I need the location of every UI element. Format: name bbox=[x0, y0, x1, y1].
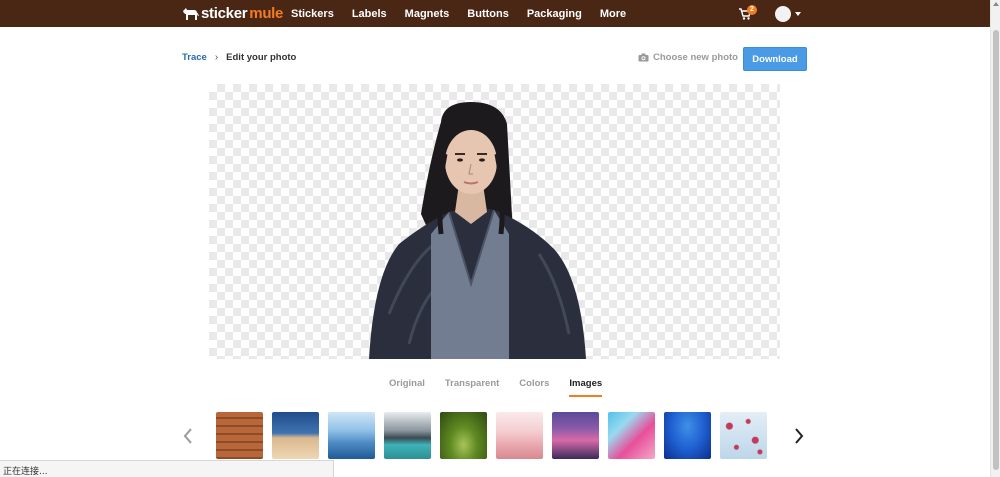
thumbnail-pink-hills[interactable] bbox=[496, 412, 543, 459]
tab-transparent[interactable]: Transparent bbox=[445, 378, 499, 397]
thumbnail-blue-mountains[interactable] bbox=[328, 412, 375, 459]
nav-magnets[interactable]: Magnets bbox=[405, 8, 450, 20]
choose-new-photo-label: Choose new photo bbox=[653, 52, 738, 63]
stickermule-logo[interactable]: sticker mule bbox=[182, 4, 283, 23]
page-scrollbar[interactable] bbox=[990, 0, 1000, 477]
page-title: Edit your photo bbox=[226, 52, 297, 63]
thumbnail-desert-sky[interactable] bbox=[272, 412, 319, 459]
nav-more[interactable]: More bbox=[600, 8, 626, 20]
cart-count-badge: 2 bbox=[747, 5, 757, 15]
breadcrumb: Trace › Edit your photo bbox=[182, 52, 296, 63]
main-nav: Stickers Labels Magnets Buttons Packagin… bbox=[291, 0, 644, 27]
thumbnail-underwater[interactable] bbox=[664, 412, 711, 459]
top-nav-bar: sticker mule Stickers Labels Magnets Butt… bbox=[0, 0, 990, 27]
thumbnail-petals[interactable] bbox=[720, 412, 767, 459]
chevron-right-icon: › bbox=[214, 52, 219, 63]
download-button[interactable]: Download bbox=[743, 47, 807, 71]
breadcrumb-trace-link[interactable]: Trace bbox=[182, 52, 207, 63]
nav-labels[interactable]: Labels bbox=[352, 8, 387, 20]
mule-logo-icon bbox=[183, 8, 199, 20]
carousel-prev-button[interactable] bbox=[181, 424, 195, 448]
choose-new-photo-button[interactable]: Choose new photo bbox=[638, 52, 738, 63]
thumbnail-brick-wall[interactable] bbox=[216, 412, 263, 459]
tab-colors[interactable]: Colors bbox=[519, 378, 549, 397]
cart-button[interactable]: 2 bbox=[738, 5, 760, 22]
avatar[interactable] bbox=[775, 6, 791, 22]
tab-images[interactable]: Images bbox=[569, 378, 603, 397]
logo-text-mule: mule bbox=[249, 5, 284, 22]
photo-preview-canvas[interactable] bbox=[209, 84, 780, 359]
chevron-right-icon bbox=[795, 428, 804, 444]
thumbnail-paint-swirl[interactable] bbox=[608, 412, 655, 459]
portrait-photo bbox=[369, 102, 586, 359]
camera-icon bbox=[638, 53, 649, 62]
scrollbar-thumb[interactable] bbox=[993, 30, 999, 470]
browser-status-bar: 正在连接... bbox=[0, 460, 334, 477]
logo-text-sticker: sticker bbox=[201, 5, 248, 22]
nav-stickers[interactable]: Stickers bbox=[291, 8, 334, 20]
scroll-up-arrow-icon[interactable] bbox=[993, 2, 999, 6]
tab-original[interactable]: Original bbox=[389, 378, 425, 397]
nav-buttons[interactable]: Buttons bbox=[467, 8, 509, 20]
chevron-left-icon bbox=[183, 428, 192, 444]
background-image-carousel bbox=[216, 412, 767, 459]
thumbnail-mountain-lake[interactable] bbox=[384, 412, 431, 459]
thumbnail-forest-path[interactable] bbox=[440, 412, 487, 459]
carousel-next-button[interactable] bbox=[792, 424, 806, 448]
nav-packaging[interactable]: Packaging bbox=[527, 8, 582, 20]
chevron-down-icon[interactable] bbox=[795, 12, 801, 16]
thumbnail-canal-town[interactable] bbox=[552, 412, 599, 459]
background-tabs: Original Transparent Colors Images bbox=[389, 378, 603, 397]
